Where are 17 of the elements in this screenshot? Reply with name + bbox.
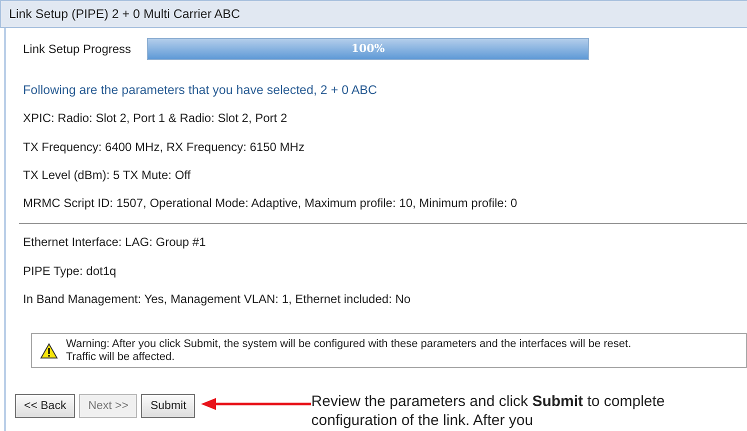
submit-button[interactable]: Submit [141,394,196,418]
callout-text: Review the parameters and click Submit to complete configuration of the link. After you [311,392,666,430]
warning-text: Traffic will be affected. [66,351,176,364]
parameter-text: In Band Management: Yes, Management VLAN: 1, Ethernet included: No [23,291,412,308]
parameter-text: TX Frequency: 6400 MHz, RX Frequency: 6150 MHz [23,138,306,156]
parameter-text: XPIC: Radio: Slot 2, Port 1 & Radio: Slot 2, Port 2 [23,110,288,128]
parameter-text: TX Level (dBm): 5 TX Mute: Off [23,166,192,184]
progress-fill: 100% [148,39,588,59]
summary-heading: Following are the parameters that you have selected, 2 + 0 ABC [23,82,378,99]
window-title: Link Setup (PIPE) 2 + 0 Multi Carrier ABC [0,0,747,28]
warning-text: Warning: After you click Submit, the system will be configured with these parameters and the interfaces will be reset. [66,338,632,352]
warning-icon [40,343,58,360]
progress-label: Link Setup Progress [23,41,132,58]
back-button[interactable]: << Back [15,394,76,418]
parameter-text: Ethernet Interface: LAG: Group #1 [23,234,207,252]
parameter-text: PIPE Type: dot1q [23,262,118,280]
parameter-text: MRMC Script ID: 1507, Operational Mode: Adaptive, Maximum profile: 10, Minimum profile: 0 [23,195,518,212]
